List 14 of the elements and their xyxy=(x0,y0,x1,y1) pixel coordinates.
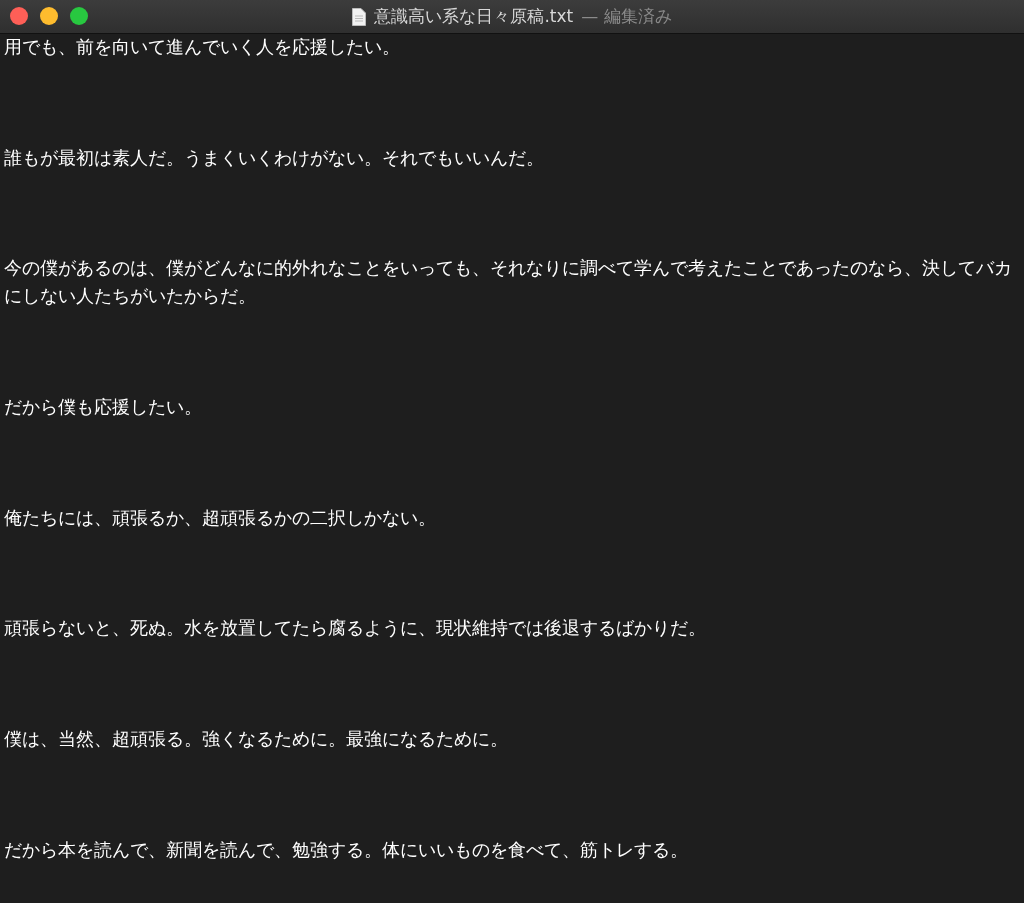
text-paragraph: 頑張らないと、死ぬ。水を放置してたら腐るように、現状維持では後退するばかりだ。 xyxy=(4,617,707,641)
window-title: 意識高い系な日々原稿.txt xyxy=(374,5,574,28)
edited-status: — 編集済み xyxy=(581,5,672,28)
text-paragraph: 誰もが最初は素人だ。うまくいくわけがない。それでもいいんだ。 xyxy=(4,146,545,170)
text-paragraph: 俺たちには、頑張るか、超頑張るかの二択しかない。 xyxy=(4,506,437,530)
text-paragraph: 用でも、前を向いて進んでいく人を応援したい。 xyxy=(4,36,401,59)
text-paragraph: 今の僕があるのは、僕がどんなに的外れなことをいっても、それなりに調べて学んで考えたことであったのなら、決してバカにしない人たちがいたからだ。 xyxy=(4,257,1013,309)
text-paragraph: だから僕も応援したい。 xyxy=(4,395,203,419)
close-button[interactable] xyxy=(10,7,28,25)
minimize-button[interactable] xyxy=(40,7,58,25)
text-paragraph: だから本を読んで、新聞を読んで、勉強する。体にいいものを食べて、筋トレする。 xyxy=(4,838,689,862)
zoom-button[interactable] xyxy=(70,7,88,25)
document-icon xyxy=(352,7,367,26)
text-paragraph: 僕は、当然、超頑張る。強くなるために。最強になるために。 xyxy=(4,727,509,751)
